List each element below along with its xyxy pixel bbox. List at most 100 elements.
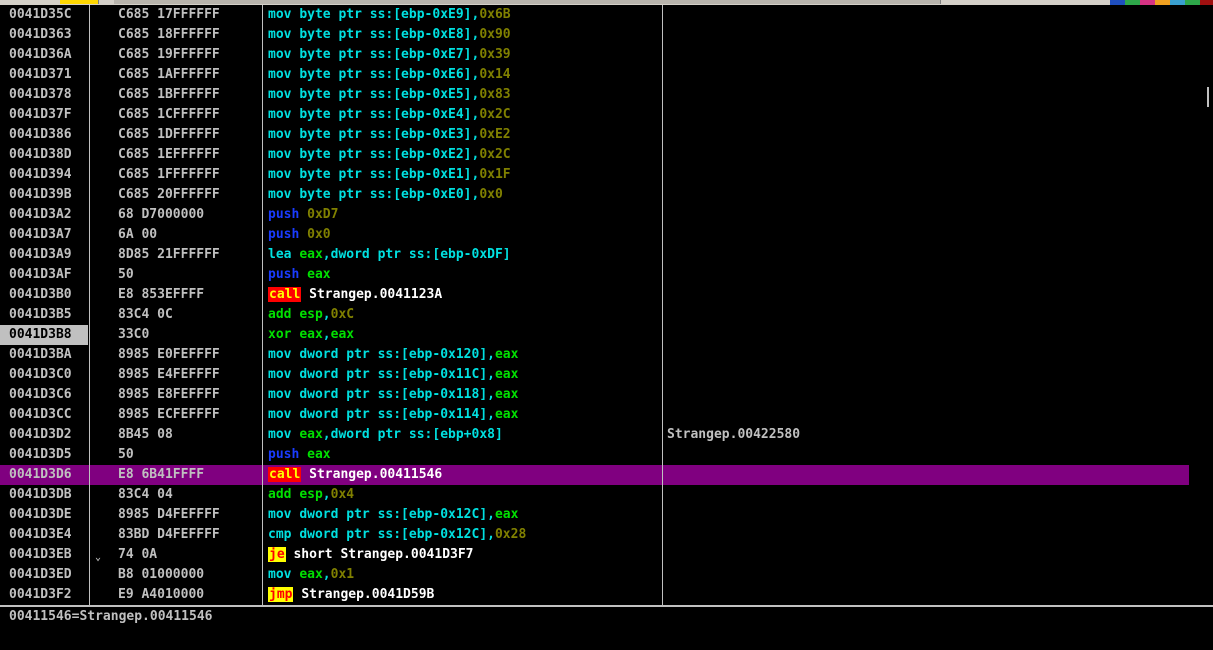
address-cell[interactable]: 0041D38D (0, 145, 88, 165)
toolbar-button[interactable] (534, 0, 549, 4)
toolbar-button[interactable] (856, 0, 871, 4)
disasm-row[interactable]: 0041D363 C685 18FFFFFF mov byte ptr ss:[eb… (0, 25, 1189, 45)
toolbar-button[interactable] (828, 0, 843, 4)
toolbar-button[interactable] (268, 0, 283, 4)
address-cell[interactable]: 0041D378 (0, 85, 88, 105)
instruction-cell[interactable]: mov byte ptr ss:[ebp-0xE5],0x83 (268, 85, 511, 105)
toolbar-button[interactable] (604, 0, 619, 4)
bytes-cell[interactable]: C685 20FFFFFF (118, 185, 260, 205)
bytes-cell[interactable]: C685 1CFFFFFF (118, 105, 260, 125)
vertical-scrollbar[interactable] (1203, 5, 1213, 605)
bytes-cell[interactable]: E8 853EFFFF (118, 285, 260, 305)
instruction-cell[interactable]: push 0x0 (268, 225, 331, 245)
toolbar-button[interactable] (226, 0, 241, 4)
toolbar-button[interactable] (380, 0, 395, 4)
disasm-row[interactable]: 0041D378 C685 1BFFFFFF mov byte ptr ss:[eb… (0, 85, 1189, 105)
address-cell[interactable]: 0041D3D2 (0, 425, 88, 445)
toolbar-button[interactable] (688, 0, 703, 4)
instruction-cell[interactable]: mov byte ptr ss:[ebp-0xE6],0x14 (268, 65, 511, 85)
toolbar-button[interactable] (730, 0, 745, 4)
toolbar-button[interactable] (800, 0, 815, 4)
disasm-row[interactable]: 0041D3D2 8B45 08 mov eax,dword ptr ss:[ebp… (0, 425, 1189, 445)
instruction-cell[interactable]: je short Strangep.0041D3F7 (268, 545, 474, 565)
toolbar-button[interactable] (520, 0, 535, 4)
disasm-row[interactable]: 0041D3DE 8985 D4FEFFFF mov dword ptr ss:[e… (0, 505, 1189, 525)
address-cell[interactable]: 0041D3B0 (0, 285, 88, 305)
address-cell[interactable]: 0041D35C (0, 5, 88, 25)
instruction-cell[interactable]: mov byte ptr ss:[ebp-0xE7],0x39 (268, 45, 511, 65)
toolbar-button[interactable] (758, 0, 773, 4)
disasm-row[interactable]: 0041D3ED B8 01000000 mov eax,0x1 (0, 565, 1189, 585)
address-cell[interactable]: 0041D3D6 (0, 465, 88, 485)
instruction-cell[interactable]: push 0xD7 (268, 205, 338, 225)
address-cell[interactable]: 0041D3B5 (0, 305, 88, 325)
disasm-row[interactable]: 0041D3AF 50 push eax (0, 265, 1189, 285)
disasm-row[interactable]: 0041D39B C685 20FFFFFF mov byte ptr ss:[eb… (0, 185, 1189, 205)
instruction-cell[interactable]: call Strangep.0041123A (268, 285, 442, 305)
bytes-cell[interactable]: 8985 E8FEFFFF (118, 385, 260, 405)
instruction-cell[interactable]: add esp,0xC (268, 305, 354, 325)
instruction-cell[interactable]: mov dword ptr ss:[ebp-0x120],eax (268, 345, 518, 365)
toolbar-button[interactable] (128, 0, 143, 4)
bytes-cell[interactable]: 74 0A (118, 545, 260, 565)
disasm-row[interactable]: 0041D3A2 68 D7000000 push 0xD7 (0, 205, 1189, 225)
bytes-cell[interactable]: 33C0 (118, 325, 260, 345)
toolbar-button[interactable] (366, 0, 381, 4)
instruction-cell[interactable]: push eax (268, 265, 331, 285)
bytes-cell[interactable]: 83C4 0C (118, 305, 260, 325)
instruction-cell[interactable]: xor eax,eax (268, 325, 354, 345)
disasm-row[interactable]: 0041D3BA 8985 E0FEFFFF mov dword ptr ss:[e… (0, 345, 1189, 365)
column-divider-address[interactable] (89, 5, 90, 605)
disasm-row[interactable]: 0041D3C0 8985 E4FEFFFF mov dword ptr ss:[e… (0, 365, 1189, 385)
toolbar-button[interactable] (310, 0, 325, 4)
address-cell[interactable]: 0041D3E4 (0, 525, 88, 545)
bytes-cell[interactable]: C685 1BFFFFFF (118, 85, 260, 105)
toolbar-button[interactable] (898, 0, 913, 4)
bytes-cell[interactable]: 68 D7000000 (118, 205, 260, 225)
bytes-cell[interactable]: 8D85 21FFFFFF (118, 245, 260, 265)
toolbar-button[interactable] (576, 0, 591, 4)
toolbar-button[interactable] (702, 0, 717, 4)
toolbar-button[interactable] (548, 0, 563, 4)
scrollbar-thumb[interactable] (1207, 87, 1209, 107)
instruction-cell[interactable]: mov byte ptr ss:[ebp-0xE1],0x1F (268, 165, 511, 185)
toolbar-button[interactable] (212, 0, 227, 4)
toolbar-button[interactable] (786, 0, 801, 4)
toolbar-button[interactable] (156, 0, 171, 4)
disasm-row[interactable]: 0041D3B8 33C0 xor eax,eax (0, 325, 1189, 345)
instruction-cell[interactable]: mov byte ptr ss:[ebp-0xE2],0x2C (268, 145, 511, 165)
toolbar-button[interactable] (282, 0, 297, 4)
bytes-cell[interactable]: 6A 00 (118, 225, 260, 245)
bytes-cell[interactable]: 8985 E0FEFFFF (118, 345, 260, 365)
toolbar-button[interactable] (114, 0, 129, 4)
disasm-row[interactable]: 0041D3EB ⌄ 74 0A je short Strangep.0041D3F7 (0, 545, 1189, 565)
toolbar-button[interactable] (408, 0, 423, 4)
bytes-cell[interactable]: 83BD D4FEFFFF (118, 525, 260, 545)
address-cell[interactable]: 0041D3BA (0, 345, 88, 365)
toolbar-button[interactable] (618, 0, 633, 4)
toolbar-button[interactable] (772, 0, 787, 4)
toolbar-button[interactable] (324, 0, 339, 4)
toolbar-button[interactable] (912, 0, 927, 4)
bytes-cell[interactable]: C685 1DFFFFFF (118, 125, 260, 145)
toolbar-button[interactable] (436, 0, 451, 4)
instruction-cell[interactable]: mov eax,dword ptr ss:[ebp+0x8] (268, 425, 503, 445)
disasm-row[interactable]: 0041D36A C685 19FFFFFF mov byte ptr ss:[eb… (0, 45, 1189, 65)
toolbar-button[interactable] (506, 0, 521, 4)
instruction-cell[interactable]: lea eax,dword ptr ss:[ebp-0xDF] (268, 245, 511, 265)
disasm-row[interactable]: 0041D3A7 6A 00 push 0x0 (0, 225, 1189, 245)
instruction-cell[interactable]: mov byte ptr ss:[ebp-0xE9],0x6B (268, 5, 511, 25)
address-cell[interactable]: 0041D36A (0, 45, 88, 65)
toolbar-button[interactable] (870, 0, 885, 4)
disasm-row[interactable]: 0041D35C C685 17FFFFFF mov byte ptr ss:[eb… (0, 5, 1189, 25)
bytes-cell[interactable]: C685 19FFFFFF (118, 45, 260, 65)
toolbar-button[interactable] (814, 0, 829, 4)
bytes-cell[interactable]: E9 A4010000 (118, 585, 260, 605)
bytes-cell[interactable]: C685 17FFFFFF (118, 5, 260, 25)
disasm-row[interactable]: 0041D3D5 50 push eax (0, 445, 1189, 465)
disasm-row[interactable]: 0041D3D6 E8 6B41FFFF call Strangep.0041154… (0, 465, 1189, 485)
toolbar-button[interactable] (254, 0, 269, 4)
disasm-row[interactable]: 0041D3A9 8D85 21FFFFFF lea eax,dword ptr s… (0, 245, 1189, 265)
instruction-cell[interactable]: mov dword ptr ss:[ebp-0x114],eax (268, 405, 518, 425)
instruction-cell[interactable]: mov byte ptr ss:[ebp-0xE3],0xE2 (268, 125, 511, 145)
